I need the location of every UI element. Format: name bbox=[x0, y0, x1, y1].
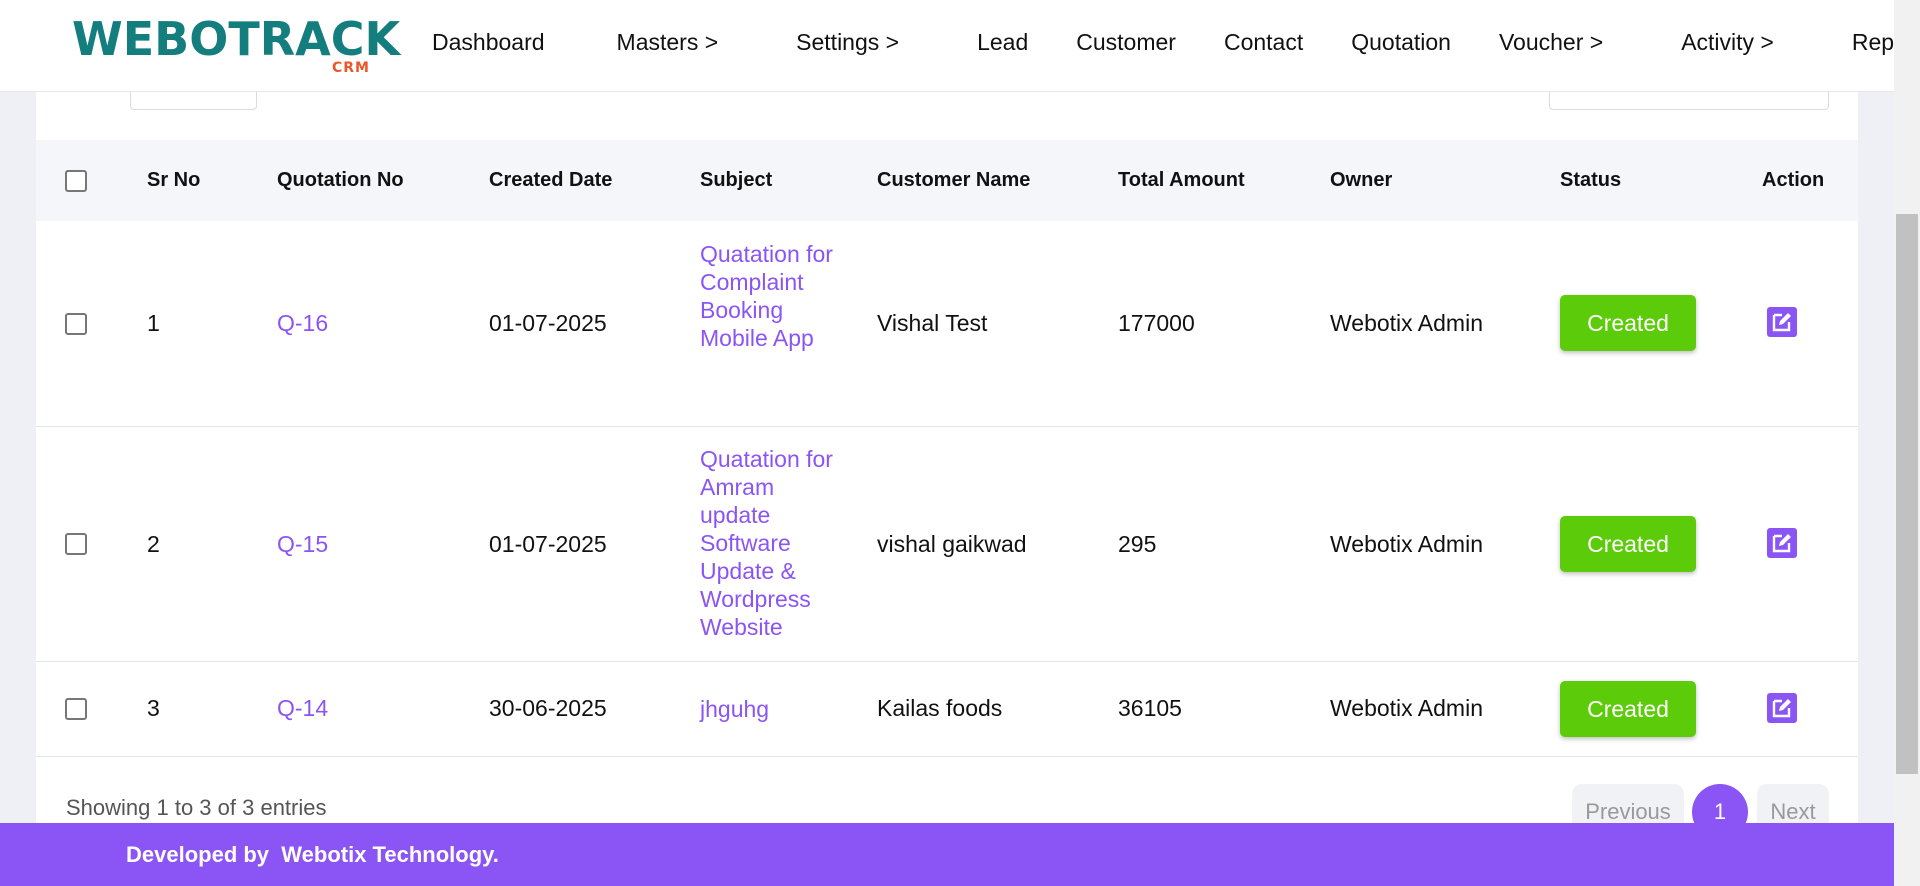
status-badge[interactable]: Created bbox=[1560, 295, 1696, 351]
header-status[interactable]: Status bbox=[1560, 140, 1621, 221]
table-row: 3 Q-14 30-06-2025 jhguhg Kailas foods 36… bbox=[36, 662, 1858, 757]
brand-name: WEBOTRACK bbox=[72, 12, 401, 66]
header-customer-name[interactable]: Customer Name bbox=[877, 140, 1030, 221]
header-total-amount[interactable]: Total Amount bbox=[1118, 140, 1245, 221]
row-sr-no: 3 bbox=[147, 695, 160, 721]
nav-quotation[interactable]: Quotation bbox=[1351, 29, 1451, 56]
edit-icon bbox=[1772, 534, 1791, 553]
nav-dashboard[interactable]: Dashboard bbox=[432, 29, 545, 56]
row-total-amount: 295 bbox=[1118, 531, 1157, 557]
edit-button[interactable] bbox=[1767, 307, 1797, 337]
footer-prefix: Developed by bbox=[126, 842, 276, 867]
subject-link[interactable]: Quatation for Amram update Software Upda… bbox=[700, 445, 840, 641]
header-sr-no[interactable]: Sr No bbox=[147, 140, 200, 221]
edit-icon bbox=[1772, 699, 1791, 718]
header-action: Action bbox=[1762, 169, 1825, 191]
quotation-link[interactable]: Q-16 bbox=[277, 310, 328, 337]
row-total-amount: 36105 bbox=[1118, 695, 1182, 721]
table-header: Sr No Quotation No Created Date Subject … bbox=[36, 140, 1858, 221]
row-owner: Webotix Admin bbox=[1330, 310, 1483, 336]
header-quotation-no[interactable]: Quotation No bbox=[277, 140, 404, 221]
nav-reports[interactable]: Repo bbox=[1852, 29, 1894, 56]
footer-company-link[interactable]: Webotix Technology. bbox=[281, 842, 499, 867]
nav-contact[interactable]: Contact bbox=[1224, 29, 1303, 56]
quotation-link[interactable]: Q-14 bbox=[277, 695, 328, 722]
row-total-amount: 177000 bbox=[1118, 310, 1195, 336]
nav-voucher[interactable]: Voucher > bbox=[1499, 29, 1603, 56]
main-nav: Dashboard Masters > Settings > Lead Cust… bbox=[432, 0, 1894, 84]
nav-activity[interactable]: Activity > bbox=[1681, 29, 1774, 56]
row-sr-no: 1 bbox=[147, 310, 160, 336]
page-scrollbar-thumb[interactable] bbox=[1896, 214, 1918, 774]
header-owner[interactable]: Owner bbox=[1330, 140, 1392, 221]
row-customer-name: Vishal Test bbox=[877, 310, 988, 336]
row-created-date: 30-06-2025 bbox=[489, 695, 607, 721]
nav-settings[interactable]: Settings > bbox=[796, 29, 899, 56]
edit-button[interactable] bbox=[1767, 693, 1797, 723]
row-owner: Webotix Admin bbox=[1330, 531, 1483, 557]
row-customer-name: Kailas foods bbox=[877, 695, 1003, 721]
nav-lead[interactable]: Lead bbox=[977, 29, 1028, 56]
brand-sub: CRM bbox=[332, 60, 370, 76]
table-row: 2 Q-15 01-07-2025 Quatation for Amram up… bbox=[36, 427, 1858, 662]
top-navbar: WEBOTRACK CRM Dashboard Masters > Settin… bbox=[0, 0, 1894, 92]
table-row: 1 Q-16 01-07-2025 Quatation for Complain… bbox=[36, 221, 1858, 427]
brand-logo[interactable]: WEBOTRACK CRM bbox=[72, 14, 400, 76]
row-checkbox[interactable] bbox=[65, 698, 87, 720]
nav-masters[interactable]: Masters > bbox=[617, 29, 719, 56]
subject-link[interactable]: jhguhg bbox=[700, 695, 840, 723]
subject-link[interactable]: Quatation for Complaint Booking Mobile A… bbox=[700, 240, 840, 352]
row-customer-name: vishal gaikwad bbox=[877, 531, 1027, 557]
table-info: Showing 1 to 3 of 3 entries bbox=[66, 795, 327, 820]
header-subject[interactable]: Subject bbox=[700, 140, 772, 221]
row-checkbox[interactable] bbox=[65, 313, 87, 335]
footer: Developed by Webotix Technology. bbox=[0, 823, 1894, 886]
status-badge[interactable]: Created bbox=[1560, 516, 1696, 572]
edit-icon bbox=[1772, 313, 1791, 332]
nav-customer[interactable]: Customer bbox=[1076, 29, 1176, 56]
row-sr-no: 2 bbox=[147, 531, 160, 557]
row-checkbox[interactable] bbox=[65, 533, 87, 555]
footer-text: Developed by Webotix Technology. bbox=[126, 823, 499, 886]
status-badge[interactable]: Created bbox=[1560, 681, 1696, 737]
header-created-date[interactable]: Created Date bbox=[489, 140, 612, 221]
row-owner: Webotix Admin bbox=[1330, 695, 1483, 721]
quotation-link[interactable]: Q-15 bbox=[277, 531, 328, 558]
edit-button[interactable] bbox=[1767, 528, 1797, 558]
row-created-date: 01-07-2025 bbox=[489, 310, 607, 336]
select-all-checkbox[interactable] bbox=[65, 170, 87, 192]
row-created-date: 01-07-2025 bbox=[489, 531, 607, 557]
